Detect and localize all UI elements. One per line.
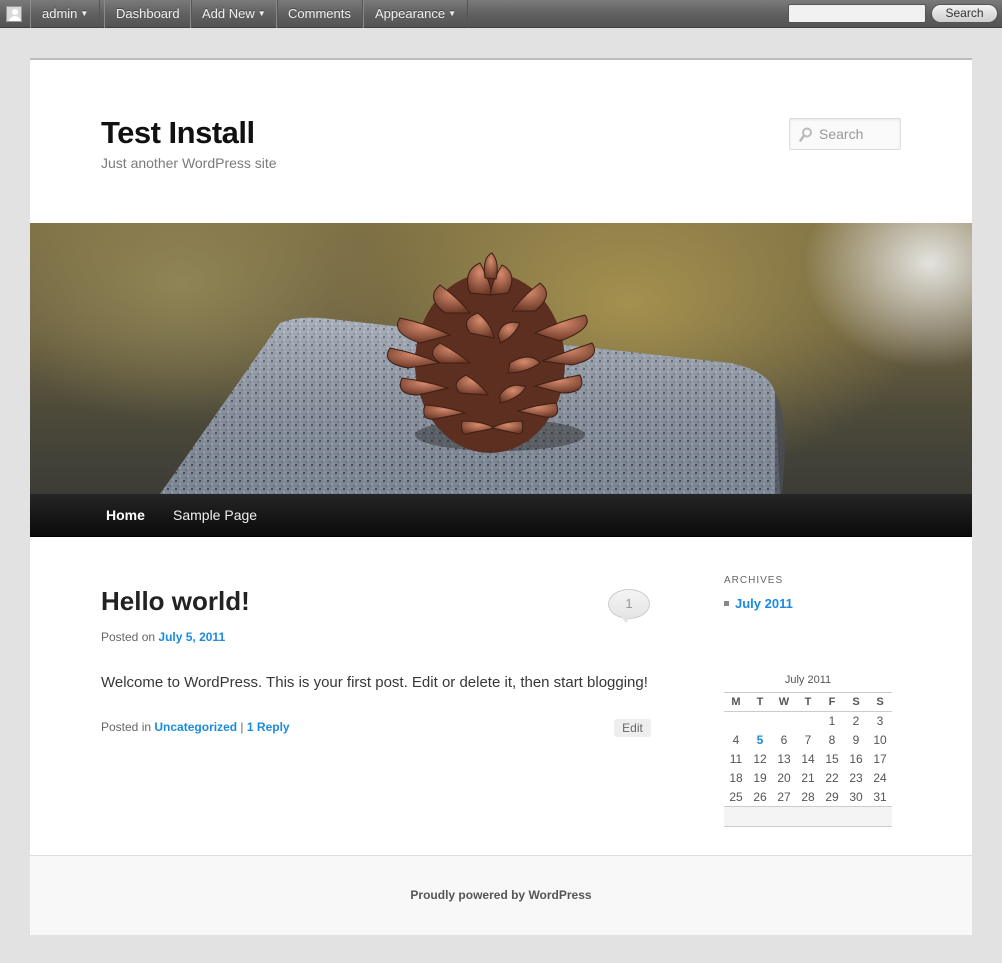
admin-bar-search-input[interactable] xyxy=(788,4,926,23)
calendar-weekday: S xyxy=(868,692,892,712)
post-content: Welcome to WordPress. This is your first… xyxy=(101,674,648,691)
search-icon xyxy=(799,127,812,142)
calendar-day: 23 xyxy=(849,771,863,785)
caret-down-icon: ▼ xyxy=(80,9,89,18)
post-footer-meta: Posted in Uncategorized | 1 Reply xyxy=(101,720,290,734)
nav-item-home[interactable]: Home xyxy=(106,494,145,537)
calendar-day: 2 xyxy=(852,714,860,729)
admin-bar-appearance[interactable]: Appearance ▼ xyxy=(363,0,469,28)
calendar-day xyxy=(724,712,748,731)
calendar-day: 12 xyxy=(753,752,767,766)
caret-down-icon: ▼ xyxy=(257,9,266,18)
calendar-day: 31 xyxy=(873,789,887,804)
calendar-day: 10 xyxy=(873,733,887,747)
archive-link-july-2011[interactable]: July 2011 xyxy=(735,596,793,611)
calendar-weekday: S xyxy=(844,692,868,712)
calendar-caption: July 2011 xyxy=(784,674,832,686)
calendar-day xyxy=(748,712,772,731)
nav-item-sample-page[interactable]: Sample Page xyxy=(173,494,257,537)
calendar-weekday: T xyxy=(748,692,772,712)
post-title[interactable]: Hello world! xyxy=(101,586,250,617)
calendar-day: 3 xyxy=(876,714,884,729)
calendar-day: 11 xyxy=(729,752,743,766)
calendar-day: 7 xyxy=(804,733,812,747)
calendar-day: 13 xyxy=(777,752,791,766)
calendar-day: 27 xyxy=(777,789,791,804)
admin-bar-dashboard[interactable]: Dashboard xyxy=(104,0,192,28)
header-image[interactable] xyxy=(30,223,972,494)
calendar-day: 17 xyxy=(873,752,887,766)
calendar-day: 8 xyxy=(828,733,836,747)
calendar-day: 14 xyxy=(801,752,815,766)
calendar-table: M T W T F S S 1 2 3 4 5 6 7 8 9 10 11 12… xyxy=(724,692,892,827)
calendar-day: 28 xyxy=(801,789,815,804)
admin-bar-user-label: admin xyxy=(42,6,78,21)
posted-on-label: Posted on xyxy=(101,630,156,644)
calendar-day xyxy=(772,712,796,731)
replies-link[interactable]: 1 Reply xyxy=(247,720,290,734)
category-link[interactable]: Uncategorized xyxy=(154,720,237,734)
main-navigation: Home Sample Page xyxy=(30,494,972,537)
admin-bar-add-new[interactable]: Add New ▼ xyxy=(190,0,278,28)
calendar-day: 4 xyxy=(732,733,740,747)
admin-bar-comments[interactable]: Comments xyxy=(276,0,363,28)
calendar-widget: July 2011 M T W T F S S 1 2 3 4 5 6 7 8 … xyxy=(724,672,892,827)
calendar-day: 24 xyxy=(873,771,887,785)
calendar-day: 6 xyxy=(780,733,788,747)
footer-credits-link[interactable]: Proudly powered by WordPress xyxy=(30,888,972,902)
search-placeholder: Search xyxy=(819,126,864,142)
caret-down-icon: ▼ xyxy=(448,9,457,18)
calendar-weekday: M xyxy=(724,692,748,712)
calendar-day: 18 xyxy=(729,771,743,785)
calendar-day: 19 xyxy=(753,771,767,785)
search-input[interactable]: Search xyxy=(789,118,901,150)
admin-bar: admin ▼ Dashboard Add New ▼ Comments Appea… xyxy=(0,0,1002,28)
admin-bar-add-new-label: Add New xyxy=(202,6,255,21)
calendar-day: 9 xyxy=(852,733,860,747)
site-description: Just another WordPress site xyxy=(101,155,277,171)
site-footer: Proudly powered by WordPress xyxy=(30,855,972,935)
admin-avatar-icon[interactable] xyxy=(6,6,22,22)
admin-bar-search-button[interactable]: Search xyxy=(931,4,998,23)
pinecone-on-stone-image xyxy=(160,252,785,494)
post-date-link[interactable]: July 5, 2011 xyxy=(158,630,225,644)
archives-list: July 2011 xyxy=(724,596,793,611)
calendar-day: 29 xyxy=(825,789,839,804)
calendar-day: 25 xyxy=(729,789,743,804)
calendar-footer xyxy=(724,806,892,827)
calendar-day xyxy=(796,712,820,731)
post-meta: Posted on July 5, 2011 xyxy=(101,630,225,644)
page-container: Test Install Just another WordPress site… xyxy=(30,58,972,935)
admin-bar-appearance-label: Appearance xyxy=(375,6,446,21)
calendar-day: 21 xyxy=(801,771,815,785)
calendar-day-link[interactable]: 5 xyxy=(748,731,772,750)
posted-in-label: Posted in xyxy=(101,720,152,734)
list-bullet xyxy=(724,601,729,607)
meta-separator: | xyxy=(240,720,244,734)
admin-bar-account-menu[interactable]: admin ▼ xyxy=(30,0,101,28)
site-title[interactable]: Test Install xyxy=(101,115,255,151)
comment-bubble-tail xyxy=(620,615,632,623)
calendar-day: 22 xyxy=(825,771,839,785)
calendar-day: 30 xyxy=(849,789,863,804)
calendar-day: 26 xyxy=(753,789,767,804)
calendar-weekday: W xyxy=(772,692,796,712)
calendar-weekday: T xyxy=(796,692,820,712)
edit-post-button[interactable]: Edit xyxy=(614,719,651,737)
calendar-day: 20 xyxy=(777,771,791,785)
calendar-weekday: F xyxy=(820,692,844,712)
calendar-day: 16 xyxy=(849,752,863,766)
calendar-day: 1 xyxy=(828,714,836,729)
archives-widget-title: Archives xyxy=(724,575,784,586)
calendar-day: 15 xyxy=(825,752,839,766)
